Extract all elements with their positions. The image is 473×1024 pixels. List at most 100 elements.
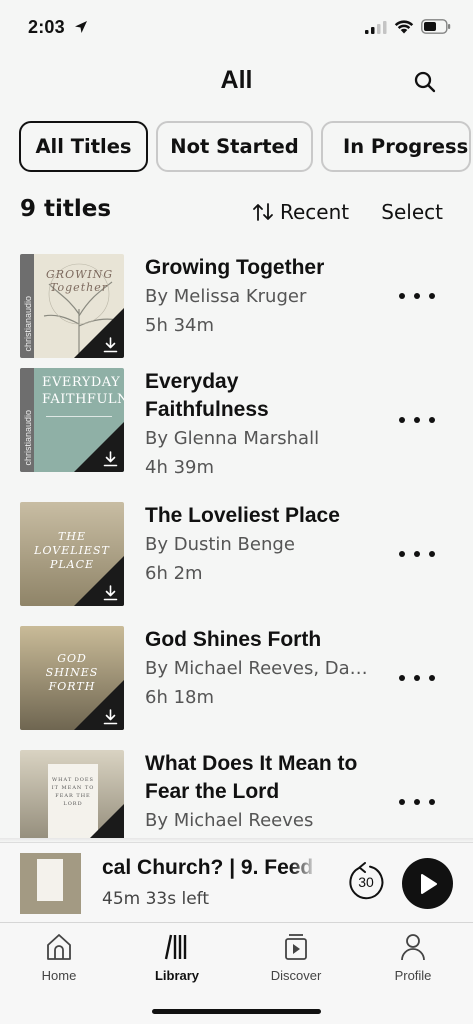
list-header: 9 titles Recent Select	[20, 196, 443, 230]
spine-label: christianaudio	[23, 410, 33, 466]
list-item[interactable]: EVERYDAY FAITHFULNESS christianaudio Eve…	[20, 368, 453, 478]
book-title: God Shines Forth	[145, 628, 322, 651]
sort-label: Recent	[280, 200, 350, 224]
cover-title: GROWING Together	[46, 268, 114, 294]
title-count: 9 titles	[20, 196, 112, 222]
dot-icon	[429, 675, 435, 681]
list-item[interactable]: GOD SHINES FORTH God Shines Forth By Mic…	[20, 626, 453, 730]
dot-icon	[429, 551, 435, 557]
book-cover: EVERYDAY FAITHFULNESS christianaudio	[20, 368, 124, 472]
cover-spine: christianaudio	[20, 254, 34, 358]
book-cover: THE LOVELIEST PLACE	[20, 502, 124, 606]
tab-library[interactable]: Library	[132, 933, 222, 983]
dot-icon	[429, 417, 435, 423]
list-item[interactable]: THE LOVELIEST PLACE The Loveliest Place …	[20, 502, 453, 606]
tab-profile[interactable]: Profile	[368, 933, 458, 983]
home-icon	[47, 934, 71, 960]
downloaded-icon	[103, 451, 118, 467]
dot-icon	[429, 293, 435, 299]
book-title: The Loveliest Place	[145, 504, 340, 527]
page-title: All	[220, 66, 253, 94]
dot-icon	[399, 799, 405, 805]
book-cover: GOD SHINES FORTH	[20, 626, 124, 730]
more-options-button[interactable]	[399, 668, 435, 688]
tab-label: Profile	[394, 968, 432, 983]
profile-icon	[401, 934, 425, 961]
dot-icon	[414, 417, 420, 423]
header: All	[0, 60, 473, 104]
battery-icon	[421, 19, 451, 34]
book-author: By Glenna Marshall	[145, 428, 320, 449]
book-author: By Michael Reeves, Dan…	[145, 658, 375, 679]
dot-icon	[414, 799, 420, 805]
sort-arrows-icon	[253, 203, 273, 221]
dot-icon	[414, 551, 420, 557]
play-icon	[420, 873, 437, 894]
book-duration: 5h 34m	[145, 315, 215, 336]
search-icon	[414, 71, 436, 93]
book-duration: 6h 18m	[145, 687, 215, 708]
book-info: God Shines Forth By Michael Reeves, Dan……	[145, 626, 375, 712]
home-indicator	[152, 1009, 321, 1014]
sort-button[interactable]: Recent	[252, 200, 349, 224]
book-info: Growing Together By Melissa Kruger 5h 34…	[145, 254, 375, 340]
book-author: By Michael Reeves	[145, 810, 314, 831]
dot-icon	[414, 293, 420, 299]
book-author: By Dustin Benge	[145, 534, 295, 555]
tab-discover[interactable]: Discover	[251, 933, 341, 983]
book-title: Growing Together	[145, 256, 325, 279]
more-options-button[interactable]	[399, 286, 435, 306]
book-info: Everyday Faithfulness By Glenna Marshall…	[145, 368, 375, 482]
filter-chips: All Titles Not Started In Progress	[19, 121, 471, 172]
book-author: By Melissa Kruger	[145, 286, 307, 307]
status-bar: 2:03	[0, 0, 473, 56]
skip-back-30-button[interactable]: 30	[346, 862, 386, 902]
skip-label: 30	[358, 874, 374, 890]
list-item[interactable]: WHAT DOES IT MEAN TO FEAR THE LORD What …	[20, 750, 453, 838]
dot-icon	[414, 675, 420, 681]
tab-label: Discover	[270, 968, 322, 983]
book-duration: 6h 2m	[145, 563, 203, 584]
book-cover: WHAT DOES IT MEAN TO FEAR THE LORD	[20, 750, 124, 838]
tab-bar: Home Library Discover Profile	[0, 922, 473, 1024]
book-title: What Does It Mean to Fear the Lord	[145, 752, 358, 803]
downloaded-icon	[103, 709, 118, 725]
discover-icon	[285, 934, 307, 960]
book-info: The Loveliest Place By Dustin Benge 6h 2…	[145, 502, 375, 588]
tab-label: Home	[41, 968, 77, 983]
status-indicators	[365, 19, 451, 34]
select-button[interactable]: Select	[381, 200, 443, 224]
book-duration: 4h 39m	[145, 457, 215, 478]
dot-icon	[429, 799, 435, 805]
search-button[interactable]	[407, 64, 443, 100]
book-cover: GROWING Together christianaudio	[20, 254, 124, 358]
play-button[interactable]	[402, 858, 453, 909]
more-options-button[interactable]	[399, 792, 435, 812]
mini-player-time-left: 45m 33s left	[102, 889, 210, 909]
mini-player[interactable]: cal Church? | 9. Feedi 45m 33s left 30	[0, 842, 473, 922]
dot-icon	[399, 417, 405, 423]
dot-icon	[399, 675, 405, 681]
spine-label: christianaudio	[23, 296, 33, 352]
cover-card	[37, 859, 63, 901]
list-item[interactable]: GROWING Together christianaudio Growing …	[20, 254, 453, 358]
dot-icon	[399, 293, 405, 299]
more-options-button[interactable]	[399, 544, 435, 564]
tab-home[interactable]: Home	[14, 933, 104, 983]
book-info: What Does It Mean to Fear the Lord By Mi…	[145, 750, 375, 835]
dot-icon	[399, 551, 405, 557]
cover-title: EVERYDAY FAITHFULNESS	[42, 375, 124, 407]
filter-not-started[interactable]: Not Started	[156, 121, 313, 172]
status-time: 2:03	[28, 17, 65, 37]
download-corner	[74, 804, 124, 838]
cellular-signal-icon	[365, 20, 387, 34]
cover-spine: christianaudio	[20, 368, 34, 472]
filter-all-titles[interactable]: All Titles	[19, 121, 148, 172]
filter-in-progress[interactable]: In Progress	[321, 121, 471, 172]
tab-label: Library	[154, 968, 200, 983]
wifi-icon	[394, 20, 414, 34]
more-options-button[interactable]	[399, 410, 435, 430]
mini-player-cover	[20, 853, 81, 914]
downloaded-icon	[103, 585, 118, 601]
location-arrow-icon	[75, 21, 87, 33]
